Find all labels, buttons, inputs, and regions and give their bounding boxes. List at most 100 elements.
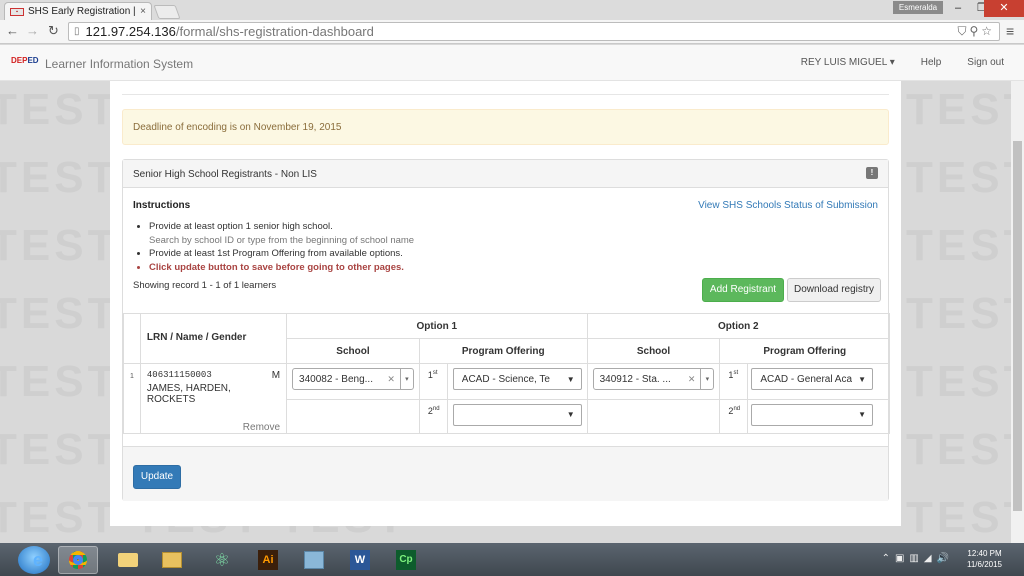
registrants-panel: Senior High School Registrants - Non LIS… bbox=[122, 159, 891, 501]
row-index: 1 bbox=[123, 363, 141, 434]
word-icon[interactable]: W bbox=[340, 546, 380, 574]
opt1-program-header: Program Offering bbox=[418, 338, 588, 364]
second-ordinal: 2nd bbox=[418, 398, 448, 434]
opt1-school-select[interactable]: 340082 - Beng... ✕ ▾ bbox=[292, 368, 414, 390]
opt2-program2-cell: ▼ bbox=[747, 398, 890, 434]
caret-down-icon: ▼ bbox=[566, 374, 575, 384]
page-title-strip bbox=[122, 81, 889, 95]
tab-close-icon[interactable]: × bbox=[140, 6, 146, 17]
learner-header: LRN / Name / Gender bbox=[139, 313, 288, 364]
opt1-school-empty-cell bbox=[286, 398, 420, 434]
illustrator-icon[interactable]: Ai bbox=[248, 546, 288, 574]
close-window-icon[interactable]: ✕ bbox=[984, 0, 1024, 17]
option2-header: Option 2 bbox=[586, 313, 891, 339]
clear-icon[interactable]: ✕ bbox=[382, 374, 400, 385]
status-of-submission-link[interactable]: View SHS Schools Status of Submission bbox=[698, 200, 878, 211]
clock-time: 12:40 PM bbox=[967, 549, 1002, 558]
opt1-school-header: School bbox=[286, 338, 420, 364]
chevron-down-icon[interactable]: ▾ bbox=[700, 369, 713, 389]
panel-info-badge[interactable]: ! bbox=[866, 167, 878, 179]
opt1-program1-select[interactable]: ACAD - Science, Te ▼ bbox=[452, 368, 582, 390]
first-ordinal: 1st bbox=[719, 363, 749, 400]
remove-link[interactable]: Remove bbox=[147, 422, 280, 433]
clock-date: 11/6/2015 bbox=[967, 560, 1002, 569]
caret-down-icon: ▼ bbox=[566, 410, 575, 419]
panel-title: Senior High School Registrants - Non LIS bbox=[133, 169, 317, 180]
main-container: Deadline of encoding is on November 19, … bbox=[110, 81, 901, 526]
address-bar[interactable]: ▯ 121.97.254.136 /formal/shs-registratio… bbox=[68, 22, 1000, 41]
panel-footer: Update bbox=[123, 446, 888, 501]
learner-gender: M bbox=[271, 370, 281, 381]
atom-icon[interactable]: ⚛ bbox=[202, 546, 242, 574]
tab-title: SHS Early Registration | Le bbox=[28, 6, 136, 17]
opt2-school-empty-cell bbox=[586, 398, 721, 434]
deped-logo[interactable]: DEPED bbox=[11, 56, 39, 65]
opt2-school-header: School bbox=[586, 338, 721, 364]
url-host: 121.97.254.136 bbox=[85, 24, 176, 39]
help-link[interactable]: Help bbox=[921, 57, 942, 68]
option1-header: Option 1 bbox=[286, 313, 588, 339]
first-ordinal: 1st bbox=[418, 363, 448, 400]
registrants-table: LRN / Name / Gender Option 1 Option 2 Sc… bbox=[123, 313, 891, 434]
opt2-program2-select[interactable]: ▼ bbox=[751, 403, 873, 426]
omnibox-action-icons[interactable]: ⛉⚲☆ bbox=[957, 24, 995, 39]
browser-tabstrip: ▪ SHS Early Registration | Le × Esmerald… bbox=[0, 0, 1024, 20]
page-info-icon[interactable]: ▯ bbox=[74, 26, 80, 37]
reload-icon[interactable]: ↻ bbox=[48, 23, 59, 39]
panel-heading: Senior High School Registrants - Non LIS… bbox=[123, 160, 888, 188]
instruction-item: Provide at least 1st Program Offering fr… bbox=[149, 247, 414, 261]
browser-tab-active[interactable]: ▪ SHS Early Registration | Le × bbox=[4, 2, 152, 20]
second-ordinal: 2nd bbox=[719, 398, 749, 434]
opt1-program2-select[interactable]: ▼ bbox=[452, 403, 582, 426]
forward-arrow-icon[interactable]: → bbox=[26, 23, 39, 39]
user-menu[interactable]: REY LUIS MIGUEL ▾ bbox=[801, 57, 895, 68]
page-scrollbar[interactable] bbox=[1011, 81, 1024, 543]
deadline-alert: Deadline of encoding is on November 19, … bbox=[122, 109, 889, 145]
profile-badge[interactable]: Esmeralda bbox=[893, 1, 943, 14]
opt1-school-cell: 340082 - Beng... ✕ ▾ bbox=[286, 363, 420, 400]
deped-favicon-icon: ▪ bbox=[10, 7, 24, 16]
instruction-warning: Click update button to save before going… bbox=[149, 261, 414, 275]
add-registrant-button[interactable]: Add Registrant bbox=[702, 278, 784, 302]
taskbar-clock[interactable]: 12:40 PM 11/6/2015 bbox=[967, 548, 1002, 570]
chrome-icon[interactable] bbox=[58, 546, 98, 574]
signout-link[interactable]: Sign out bbox=[967, 57, 1004, 68]
url-path: /formal/shs-registration-dashboard bbox=[175, 24, 374, 39]
update-button[interactable]: Update bbox=[133, 465, 181, 489]
explorer-icon[interactable] bbox=[108, 546, 148, 574]
table-row: 1 406311150003 M JAMES, HARDEN, ROCKETS … bbox=[123, 363, 890, 434]
browser-toolbar: ← → ↻ ▯ 121.97.254.136 /formal/shs-regis… bbox=[0, 20, 1024, 44]
app-brand[interactable]: Learner Information System bbox=[45, 57, 193, 71]
folder-icon[interactable] bbox=[152, 546, 192, 574]
windows-taskbar: e ⚛ Ai W Cp ⌃▣▥◢🔊 12:40 PM 11/6/2015 bbox=[0, 543, 1024, 576]
app-navbar: DEPED Learner Information System REY LUI… bbox=[0, 45, 1024, 81]
learner-name: JAMES, HARDEN, ROCKETS bbox=[146, 383, 231, 405]
instruction-subtext: Search by school ID or type from the beg… bbox=[149, 234, 415, 246]
clear-icon[interactable]: ✕ bbox=[683, 374, 701, 385]
ie-icon[interactable]: e bbox=[18, 546, 58, 574]
minimize-icon[interactable]: – bbox=[946, 0, 970, 17]
instructions-list: Provide at least option 1 senior high sc… bbox=[149, 220, 414, 274]
opt2-program1-select[interactable]: ACAD - General Aca ▼ bbox=[751, 368, 873, 390]
back-arrow-icon[interactable]: ← bbox=[6, 23, 19, 39]
system-tray-icons[interactable]: ⌃▣▥◢🔊 bbox=[882, 553, 954, 564]
opt1-program1-cell: ACAD - Science, Te ▼ bbox=[446, 363, 588, 400]
chrome-menu-icon[interactable]: ≡ bbox=[1006, 23, 1014, 39]
index-header bbox=[123, 313, 141, 364]
instruction-item: Provide at least option 1 senior high sc… bbox=[149, 220, 414, 234]
record-count: Showing record 1 - 1 of 1 learners bbox=[133, 280, 277, 291]
opt1-program2-cell: ▼ bbox=[446, 398, 588, 434]
instructions-title: Instructions bbox=[133, 200, 191, 211]
new-tab-button[interactable] bbox=[153, 5, 181, 19]
opt2-program-header: Program Offering bbox=[719, 338, 890, 364]
media-icon[interactable] bbox=[294, 546, 334, 574]
caret-down-icon: ▼ bbox=[858, 374, 866, 384]
opt2-school-select[interactable]: 340912 - Sta. ... ✕ ▾ bbox=[592, 368, 715, 390]
download-registry-button[interactable]: Download registry bbox=[787, 278, 881, 302]
scrollbar-thumb[interactable] bbox=[1013, 141, 1022, 511]
chevron-down-icon[interactable]: ▾ bbox=[399, 369, 413, 389]
learner-lrn: 406311150003 bbox=[146, 370, 212, 380]
captivate-icon[interactable]: Cp bbox=[386, 546, 426, 574]
caret-down-icon: ▼ bbox=[858, 410, 866, 419]
opt2-program1-cell: ACAD - General Aca ▼ bbox=[747, 363, 890, 400]
